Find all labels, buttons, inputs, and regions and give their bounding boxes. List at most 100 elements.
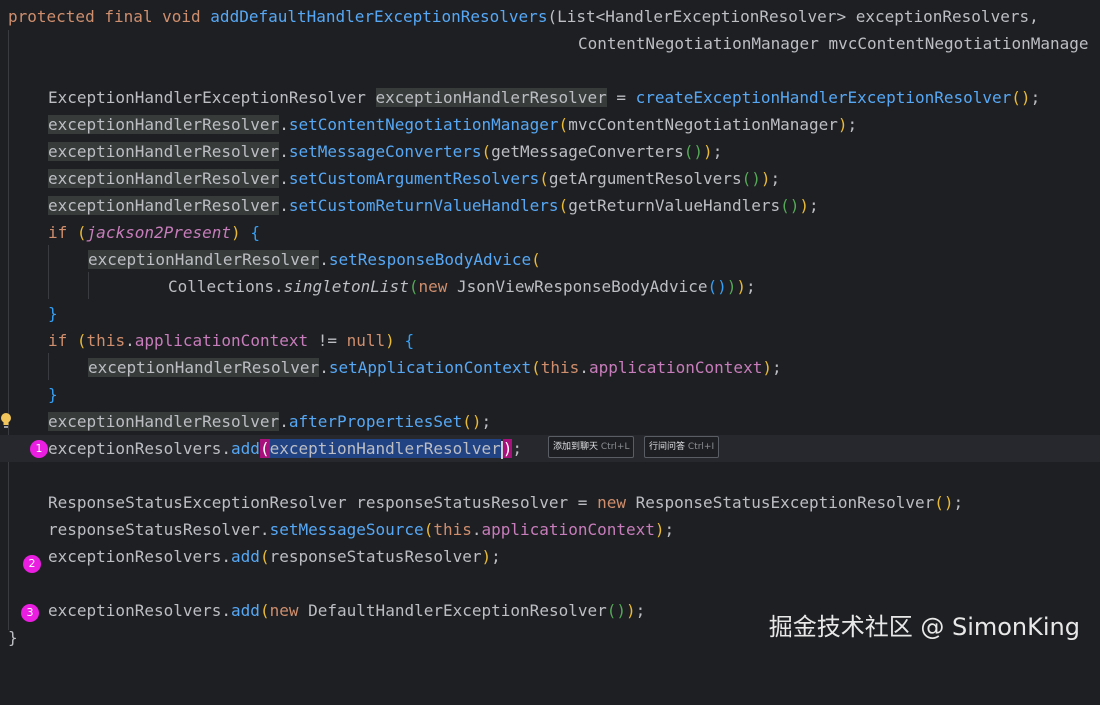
- code-line-16[interactable]: exceptionHandlerResolver.afterProperties…: [0, 408, 1100, 435]
- code-text: ;: [481, 412, 492, 431]
- paren: (: [481, 142, 492, 161]
- paren: (: [558, 115, 569, 134]
- code-text: (List<HandlerExceptionResolver> exceptio…: [547, 7, 1039, 26]
- code-line-12[interactable]: }: [0, 300, 1100, 327]
- code-line-6[interactable]: exceptionHandlerResolver.setMessageConve…: [0, 138, 1100, 165]
- code-line-1[interactable]: protected final void addDefaultHandlerEx…: [0, 3, 1100, 30]
- code-line-9[interactable]: if (jackson2Present) {: [0, 219, 1100, 246]
- code-line-14[interactable]: exceptionHandlerResolver.setApplicationC…: [0, 354, 1100, 381]
- code-text: ;: [512, 439, 523, 458]
- method-name: setMessageConverters: [288, 142, 482, 161]
- code-line-11[interactable]: Collections.singletonList(new JsonViewRe…: [0, 273, 1100, 300]
- field-name: applicationContext: [134, 331, 309, 350]
- brace: {: [250, 223, 260, 242]
- code-line-4[interactable]: ExceptionHandlerExceptionResolver except…: [0, 84, 1100, 111]
- code-text: getArgumentResolvers: [548, 169, 742, 188]
- code-line-2[interactable]: ContentNegotiationManager mvcContentNego…: [0, 30, 1100, 57]
- keyword: new: [418, 277, 448, 296]
- variable-highlight: exceptionHandlerResolver: [48, 196, 280, 215]
- paren: ): [231, 223, 241, 242]
- keyword: this: [433, 520, 472, 539]
- code-text: responseStatusResolver: [356, 493, 569, 512]
- add-to-chat-shortcut: Ctrl+L: [600, 442, 630, 452]
- code-line-5[interactable]: exceptionHandlerResolver.setContentNegot…: [0, 111, 1100, 138]
- paren: (): [741, 169, 761, 188]
- variable-highlight: exceptionHandlerResolver: [375, 88, 607, 107]
- paren: ): [703, 142, 713, 161]
- paren: (: [558, 196, 569, 215]
- code-text: ;: [664, 520, 675, 539]
- code-text: responseStatusResolver: [48, 520, 260, 539]
- brace: }: [8, 628, 18, 647]
- variable-highlight: exceptionHandlerResolver: [48, 169, 280, 188]
- code-text: JsonViewResponseBodyAdvice: [457, 277, 708, 296]
- inline-ask-label: 行间问答: [649, 442, 686, 452]
- method-name: setMessageSource: [269, 520, 424, 539]
- code-line-19[interactable]: ResponseStatusExceptionResolver response…: [0, 489, 1100, 516]
- paren: (: [539, 169, 549, 188]
- paren: (): [683, 142, 704, 161]
- code-text: .: [125, 331, 135, 350]
- code-text: mvcContentNegotiationManager: [568, 115, 838, 134]
- variable-highlight: exceptionHandlerResolver: [48, 142, 280, 161]
- step-marker-3: 3: [21, 604, 39, 622]
- add-to-chat-button[interactable]: 添加到聊天 Ctrl+L: [548, 436, 635, 458]
- code-text: ExceptionHandlerExceptionResolver: [48, 88, 376, 107]
- watermark-text: 掘金技术社区 @ SimonKing: [768, 613, 1080, 641]
- keyword: new: [269, 601, 299, 620]
- code-text: !=: [308, 331, 347, 350]
- code-line-10[interactable]: exceptionHandlerResolver.setResponseBody…: [0, 246, 1100, 273]
- code-text: getMessageConverters: [491, 142, 684, 161]
- code-text: .: [319, 358, 329, 377]
- code-editor[interactable]: protected final void add DefaultHandlerEx…: [0, 0, 1100, 663]
- paren: (): [707, 277, 727, 296]
- code-text: ResponseStatusExceptionResolver: [48, 493, 357, 512]
- field-name: applicationContext: [588, 358, 763, 377]
- code-text: ContentNegotiationManager mvcContentNego…: [578, 34, 1089, 53]
- code-text: =: [606, 88, 636, 107]
- code-line-15[interactable]: }: [0, 381, 1100, 408]
- code-line-7[interactable]: exceptionHandlerResolver.setCustomArgume…: [0, 165, 1100, 192]
- code-text: .: [279, 142, 289, 161]
- static-field: jackson2Present: [86, 223, 232, 242]
- selected-text[interactable]: exceptionHandlerResolver: [269, 439, 501, 458]
- code-text: .: [319, 250, 329, 269]
- variable-highlight: exceptionHandlerResolver: [88, 250, 320, 269]
- code-text: exceptionResolvers.: [48, 439, 232, 458]
- code-text: .: [279, 115, 289, 134]
- code-text: responseStatusResolver: [269, 547, 482, 566]
- method-name: setCustomArgumentResolvers: [288, 169, 540, 188]
- paren: ): [654, 520, 665, 539]
- keyword: if: [48, 223, 68, 242]
- inline-ask-button[interactable]: 行间问答 Ctrl+I: [644, 436, 720, 458]
- method-name: add: [231, 601, 260, 620]
- paren: (: [531, 358, 541, 377]
- code-text: ;: [771, 358, 782, 377]
- keyword: new: [597, 493, 626, 512]
- paren: ): [837, 115, 848, 134]
- code-line-20[interactable]: responseStatusResolver.setMessageSource(…: [0, 516, 1100, 543]
- code-line-21[interactable]: exceptionResolvers.add(responseStatusRes…: [0, 543, 1100, 570]
- step-marker-1: 1: [30, 440, 48, 458]
- keyword: this: [86, 331, 126, 350]
- paren: (: [76, 223, 87, 242]
- code-text: .: [279, 196, 289, 215]
- code-text: DefaultHandlerExceptionResolver: [308, 601, 607, 620]
- keyword: protected final void: [8, 7, 211, 26]
- field-name: applicationContext: [481, 520, 655, 539]
- code-line-13[interactable]: if (this.applicationContext != null) {: [0, 327, 1100, 354]
- paren: ): [481, 547, 492, 566]
- code-text: .: [259, 520, 270, 539]
- lightbulb-icon[interactable]: [0, 412, 12, 430]
- code-text: ;: [491, 547, 501, 566]
- code-text: =: [568, 493, 598, 512]
- paren: ): [762, 358, 772, 377]
- code-line-8[interactable]: exceptionHandlerResolver.setCustomReturn…: [0, 192, 1100, 219]
- paren: ): [726, 277, 737, 296]
- matched-paren: (: [259, 439, 270, 458]
- method-name: createExceptionHandlerExceptionResolver: [635, 88, 1012, 107]
